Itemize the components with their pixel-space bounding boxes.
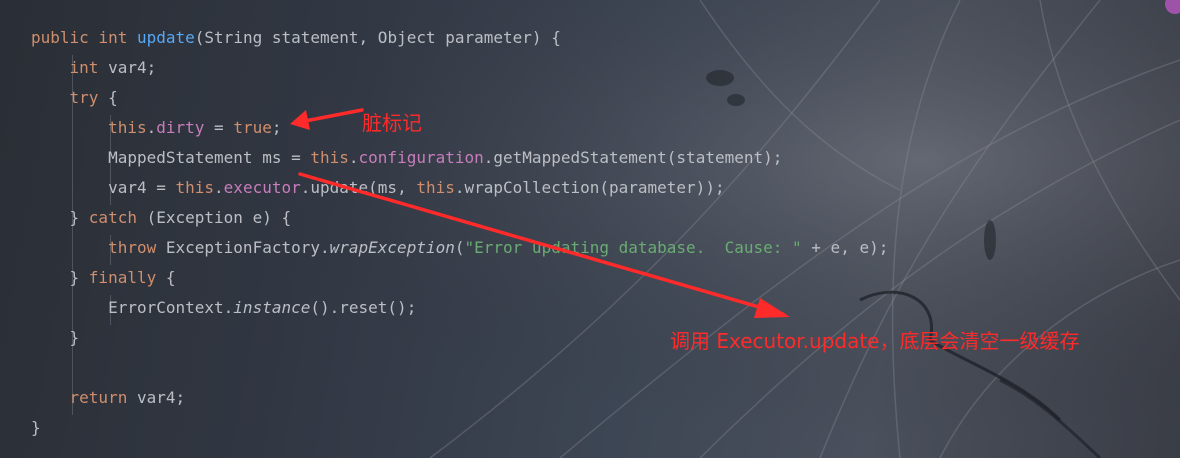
annotation-arrows <box>290 108 790 318</box>
executor-update-note: 调用 Executor.update，底层会清空一级缓存 <box>670 329 1080 353</box>
code-editor[interactable]: public int update(String statement, Obje… <box>0 0 1180 458</box>
arrow-line-dirty <box>298 108 364 124</box>
arrowhead-update <box>754 298 790 318</box>
dirty-flag-note: 脏标记 <box>362 111 422 135</box>
arrowhead-dirty <box>290 110 310 130</box>
arrow-line-update <box>298 172 785 316</box>
